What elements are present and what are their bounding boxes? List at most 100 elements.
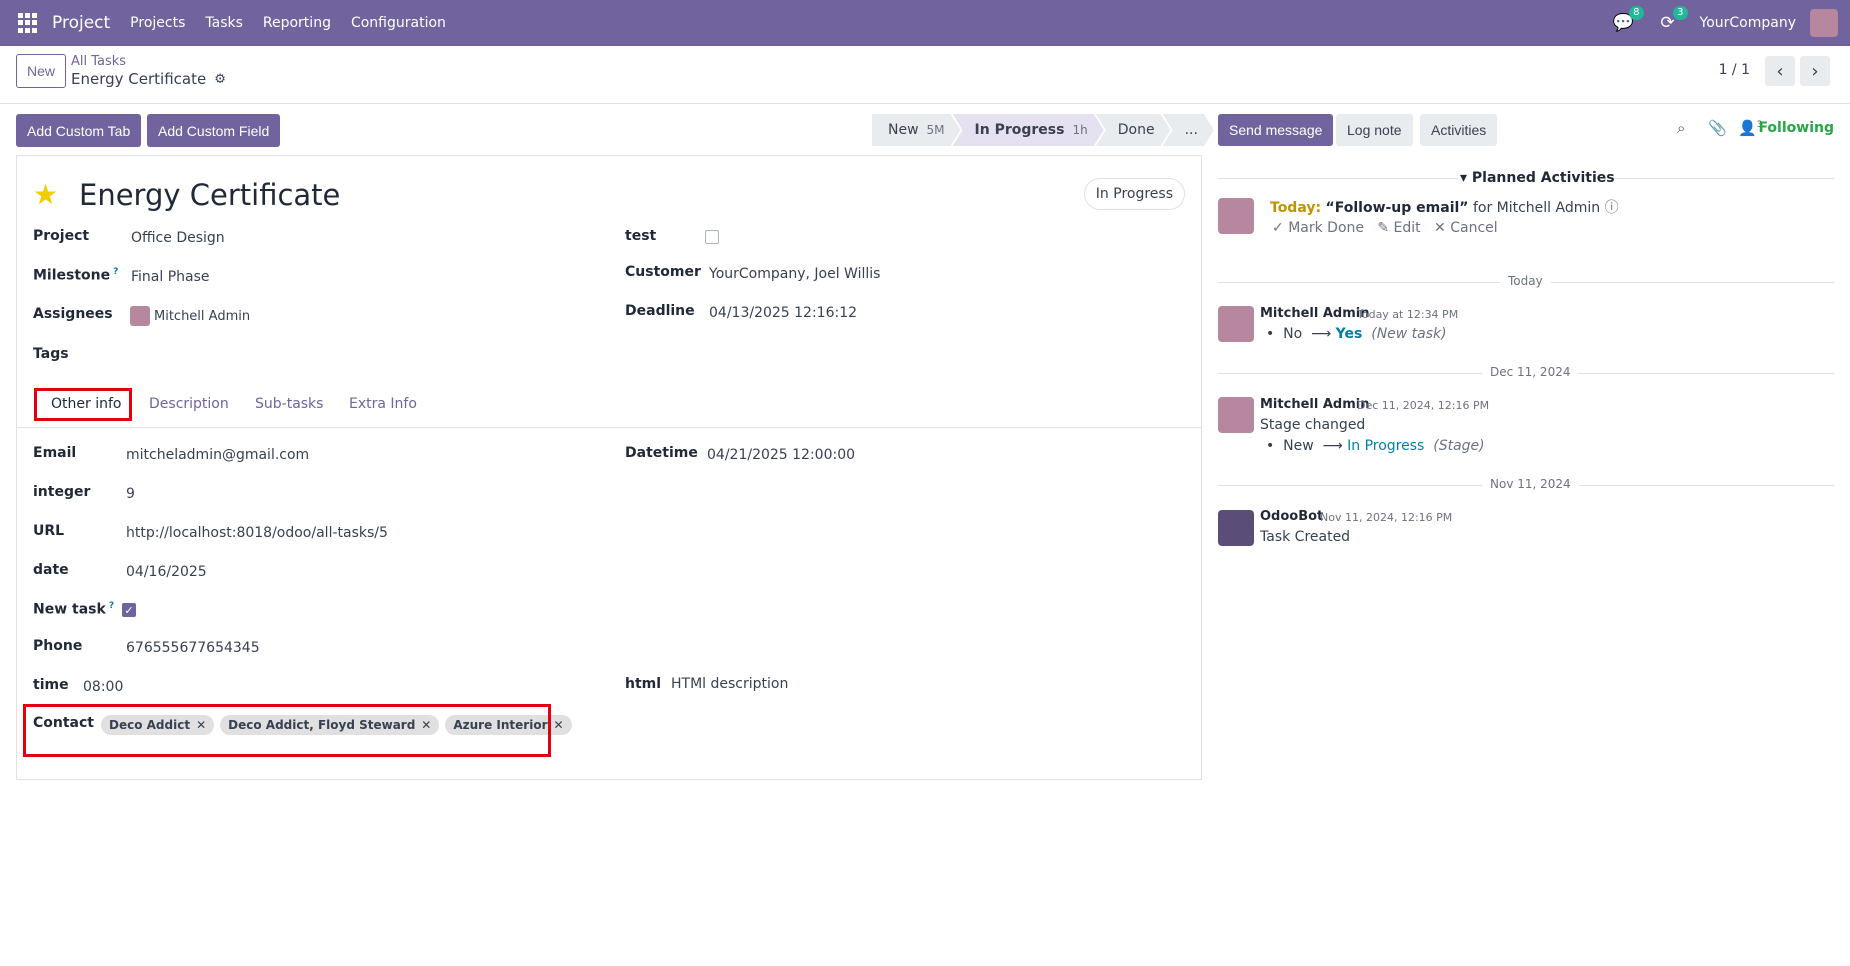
breadcrumb-current-label: Energy Certificate: [71, 70, 207, 88]
new-button[interactable]: New: [16, 54, 67, 88]
cancel-label: Cancel: [1450, 220, 1498, 236]
message-avatar: [1218, 397, 1254, 433]
close-icon[interactable]: ✕: [553, 718, 563, 732]
status-pill[interactable]: In Progress: [1083, 178, 1185, 210]
email-value[interactable]: mitcheladmin@gmail.com: [126, 447, 309, 463]
send-message-button[interactable]: Send message: [1218, 114, 1334, 146]
messages-icon[interactable]: 💬 8: [1612, 6, 1644, 35]
message-author[interactable]: OdooBot: [1260, 509, 1323, 524]
date-separator: Dec 11, 2024: [1482, 365, 1579, 379]
divider: [1612, 178, 1834, 179]
following-button[interactable]: Following: [1758, 120, 1834, 136]
cancel-activity-button[interactable]: ✕ Cancel: [1434, 220, 1498, 236]
divider: [1218, 178, 1458, 179]
apps-grid-icon[interactable]: [18, 13, 38, 33]
tracking-new: Yes: [1335, 326, 1363, 342]
tracking-old: No: [1283, 326, 1303, 342]
url-label: URL: [33, 523, 65, 539]
search-icon[interactable]: ⌕: [1677, 119, 1685, 137]
help-icon[interactable]: ?: [109, 601, 114, 611]
project-value[interactable]: Office Design: [131, 230, 225, 246]
date-separator: Nov 11, 2024: [1482, 477, 1579, 491]
message-author[interactable]: Mitchell Admin: [1260, 397, 1369, 412]
stage-in-progress[interactable]: In Progress 1h: [953, 114, 1104, 146]
edit-activity-button[interactable]: ✎ Edit: [1377, 220, 1420, 236]
stage-label: In Progress: [974, 122, 1065, 138]
task-title[interactable]: Energy Certificate: [79, 178, 340, 212]
activity-summary: Today: “Follow-up email” for Mitchell Ad…: [1270, 197, 1619, 217]
star-icon[interactable]: ★: [33, 178, 58, 211]
assignee-avatar: [130, 306, 150, 326]
menu-configuration[interactable]: Configuration: [351, 15, 446, 31]
date-value[interactable]: 04/16/2025: [126, 564, 207, 580]
add-custom-tab-button[interactable]: Add Custom Tab: [16, 114, 142, 147]
top-navbar: Project Projects Tasks Reporting Configu…: [0, 0, 1850, 46]
deadline-value[interactable]: 04/13/2025 12:16:12: [709, 305, 857, 321]
activities-icon[interactable]: ⟳ 3: [1656, 6, 1688, 35]
planned-activities-title[interactable]: ▾ Planned Activities: [1460, 170, 1615, 186]
tracking-new: In Progress: [1347, 438, 1425, 454]
customer-value[interactable]: YourCompany, Joel Willis: [709, 266, 880, 282]
message-body: Stage changed: [1260, 417, 1366, 433]
new-task-label: New task?: [33, 601, 114, 618]
url-value[interactable]: http://localhost:8018/odoo/all-tasks/5: [126, 525, 388, 541]
project-label: Project: [33, 228, 90, 244]
chevron-right-icon: ›: [1811, 60, 1819, 82]
pager-value[interactable]: 1 / 1: [1719, 62, 1750, 78]
date-label: date: [33, 562, 69, 578]
help-icon[interactable]: ?: [113, 267, 118, 277]
pager-previous-button[interactable]: ‹: [1765, 56, 1795, 86]
time-value[interactable]: 08:00: [83, 679, 123, 695]
mark-done-button[interactable]: ✓ Mark Done: [1272, 220, 1364, 236]
activity-avatar: [1218, 198, 1254, 234]
menu-projects[interactable]: Projects: [130, 15, 185, 31]
activity-when: Today:: [1270, 200, 1322, 216]
app-name[interactable]: Project: [52, 13, 110, 33]
phone-value[interactable]: 676555677654345: [126, 640, 260, 656]
html-value[interactable]: HTMl description: [671, 676, 788, 692]
datetime-value[interactable]: 04/21/2025 12:00:00: [707, 447, 855, 463]
time-label: time: [33, 677, 69, 693]
assignees-label: Assignees: [33, 306, 113, 322]
assignee-value[interactable]: Mitchell Admin: [130, 306, 250, 326]
tracking-old: New: [1283, 438, 1314, 454]
test-label: test: [625, 228, 657, 244]
pager-next-button[interactable]: ›: [1800, 56, 1830, 86]
add-custom-field-button[interactable]: Add Custom Field: [147, 114, 281, 147]
planned-activities-label: Planned Activities: [1471, 170, 1615, 186]
company-switcher[interactable]: YourCompany: [1700, 15, 1797, 31]
tab-description[interactable]: Description: [149, 396, 229, 412]
stage-label: New: [888, 122, 919, 138]
activities-button[interactable]: Activities: [1420, 114, 1498, 146]
tab-extra-info[interactable]: Extra Info: [349, 396, 417, 412]
menu-reporting[interactable]: Reporting: [263, 15, 331, 31]
paperclip-icon[interactable]: 📎: [1708, 119, 1727, 137]
stage-new[interactable]: New 5M: [872, 114, 961, 146]
highlight-box-contact: [23, 704, 551, 757]
mark-done-label: Mark Done: [1288, 220, 1364, 236]
milestone-value[interactable]: Final Phase: [131, 269, 210, 285]
integer-value[interactable]: 9: [126, 486, 135, 502]
stage-done[interactable]: Done: [1096, 114, 1171, 146]
menu-tasks[interactable]: Tasks: [205, 15, 243, 31]
date-separator: Today: [1500, 274, 1551, 288]
new-task-checkbox[interactable]: ✓: [122, 603, 136, 617]
tab-sub-tasks[interactable]: Sub-tasks: [255, 396, 323, 412]
deadline-label: Deadline: [625, 303, 695, 319]
stage-statusbar: New 5M In Progress 1h Done ...: [872, 114, 1206, 146]
breadcrumb-all-tasks[interactable]: All Tasks: [71, 54, 126, 69]
phone-label: Phone: [33, 638, 83, 654]
breadcrumb-current: Energy Certificate ⚙: [71, 70, 226, 88]
activity-actions: ✓ Mark Done ✎ Edit ✕ Cancel: [1272, 220, 1498, 236]
stage-duration: 5M: [926, 123, 945, 137]
gear-icon[interactable]: ⚙: [214, 72, 226, 87]
highlight-box-tab: [34, 388, 132, 421]
info-icon[interactable]: ⓘ: [1605, 200, 1619, 216]
activity-for: for Mitchell Admin: [1472, 200, 1601, 216]
message-author[interactable]: Mitchell Admin: [1260, 306, 1369, 321]
test-checkbox[interactable]: [705, 230, 719, 244]
user-avatar[interactable]: [1810, 9, 1838, 37]
message-time: Nov 11, 2024, 12:16 PM: [1320, 511, 1453, 524]
log-note-button[interactable]: Log note: [1336, 114, 1413, 146]
tracking-field: (Stage): [1433, 438, 1485, 454]
